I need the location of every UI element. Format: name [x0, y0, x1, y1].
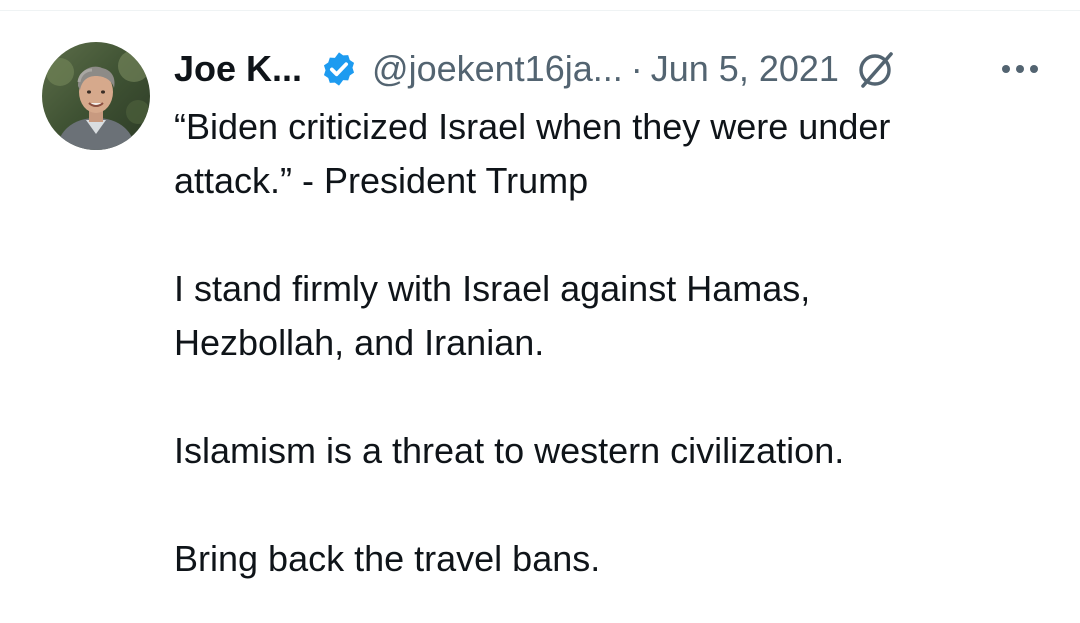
tweet-text: “Biden criticized Israel when they were …: [174, 100, 1054, 586]
tweet-date[interactable]: Jun 5, 2021: [651, 44, 839, 94]
tweet-line: Islamism is a threat to western civiliza…: [174, 430, 845, 471]
author-handle[interactable]: @joekent16ja...: [372, 44, 623, 94]
avatar-photo: [42, 42, 150, 150]
tweet-line: Hezbollah, and Iranian.: [174, 322, 545, 363]
tweet-line: “Biden criticized Israel when they were …: [174, 106, 891, 147]
tweet-paragraph: “Biden criticized Israel when they were …: [174, 100, 1054, 208]
tweet-paragraph: Bring back the travel bans.: [174, 532, 1054, 586]
more-options-icon[interactable]: [990, 52, 1050, 86]
tweet-line: I stand firmly with Israel against Hamas…: [174, 268, 811, 309]
tweet-header: Joe K... @joekent16ja... · Jun 5, 2021: [174, 44, 897, 94]
tweet-line: Bring back the travel bans.: [174, 538, 601, 579]
author-display-name[interactable]: Joe K...: [174, 44, 302, 94]
grok-icon[interactable]: [855, 48, 897, 90]
tweet-paragraph: I stand firmly with Israel against Hamas…: [174, 262, 1054, 370]
verified-badge-icon: [320, 50, 358, 88]
top-divider: [0, 10, 1080, 11]
avatar[interactable]: [42, 42, 150, 150]
meta-separator: ·: [630, 48, 643, 89]
tweet-paragraph: Islamism is a threat to western civiliza…: [174, 424, 1054, 478]
tweet-line: attack.” - President Trump: [174, 160, 589, 201]
